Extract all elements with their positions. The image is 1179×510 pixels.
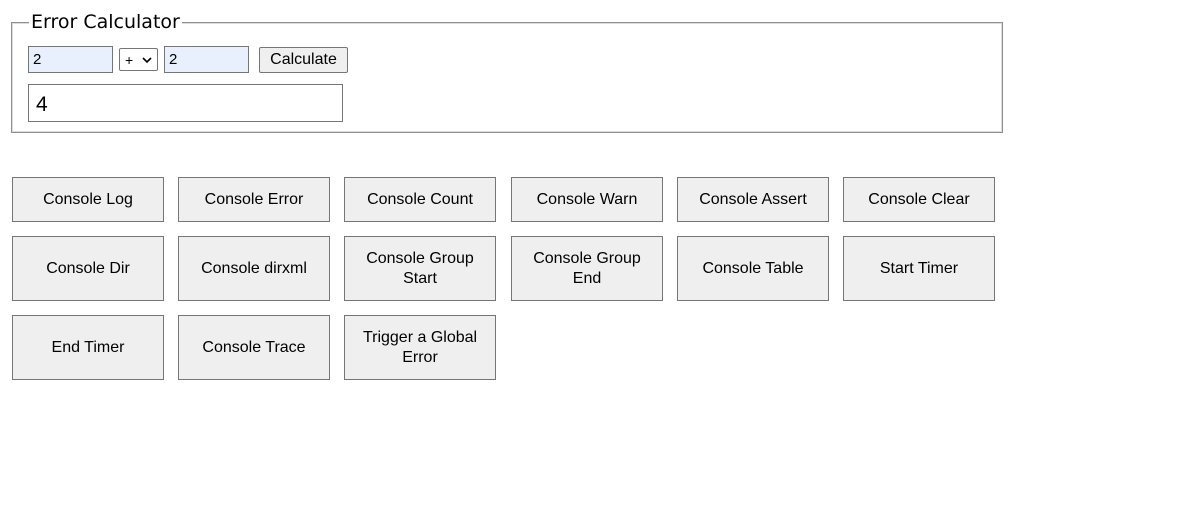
operator-select[interactable]: + <box>119 48 158 71</box>
trigger-global-error-button[interactable]: Trigger a Global Error <box>344 315 496 380</box>
console-warn-button[interactable]: Console Warn <box>511 177 663 222</box>
console-count-button[interactable]: Console Count <box>344 177 496 222</box>
console-log-button[interactable]: Console Log <box>12 177 164 222</box>
page: Error Calculator + Calculate 4 Console L… <box>0 0 1179 510</box>
calculate-button[interactable]: Calculate <box>259 47 348 73</box>
console-group-start-button[interactable]: Console Group Start <box>344 236 496 301</box>
console-dir-button[interactable]: Console Dir <box>12 236 164 301</box>
console-error-button[interactable]: Console Error <box>178 177 330 222</box>
end-timer-button[interactable]: End Timer <box>12 315 164 380</box>
console-group-end-button[interactable]: Console Group End <box>511 236 663 301</box>
console-trace-button[interactable]: Console Trace <box>178 315 330 380</box>
operator-value: + <box>125 51 134 68</box>
console-dirxml-button[interactable]: Console dirxml <box>178 236 330 301</box>
operand-a-input[interactable] <box>28 46 113 73</box>
chevron-down-icon <box>142 57 152 64</box>
start-timer-button[interactable]: Start Timer <box>843 236 995 301</box>
result-output: 4 <box>28 84 343 122</box>
calculator-legend: Error Calculator <box>29 11 182 33</box>
console-table-button[interactable]: Console Table <box>677 236 829 301</box>
operand-b-input[interactable] <box>164 46 249 73</box>
error-calculator-fieldset: Error Calculator + Calculate 4 <box>11 11 1003 133</box>
console-clear-button[interactable]: Console Clear <box>843 177 995 222</box>
console-assert-button[interactable]: Console Assert <box>677 177 829 222</box>
